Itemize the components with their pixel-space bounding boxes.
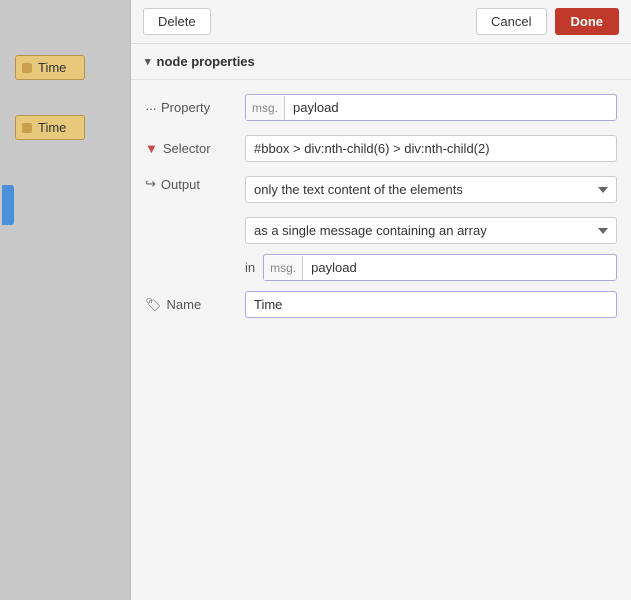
section-header[interactable]: ▾ node properties [131, 44, 631, 80]
property-input[interactable] [285, 95, 616, 120]
output-value-2: as a single message containing an array [245, 217, 617, 244]
name-row: 🏷 Name [145, 291, 617, 318]
property-label: ··· Property [145, 100, 245, 116]
dots-icon: ··· [145, 100, 156, 116]
name-input[interactable] [245, 291, 617, 318]
tag-icon: 🏷 [145, 297, 162, 313]
selector-input[interactable] [245, 135, 617, 162]
node-time-2-label: Time [38, 120, 66, 135]
output-value: only the text content of the elements [245, 176, 617, 203]
blue-connector [2, 185, 14, 225]
in-payload-input[interactable] [303, 255, 616, 280]
in-input-wrapper: msg. [263, 254, 617, 281]
chevron-icon: ▾ [145, 55, 151, 68]
cancel-button[interactable]: Cancel [476, 8, 546, 35]
canvas-panel: Time Time [0, 0, 130, 600]
property-input-wrapper: msg. [245, 94, 617, 121]
name-label-text: Name [167, 297, 202, 312]
in-row: in msg. [245, 254, 617, 281]
done-button[interactable]: Done [555, 8, 620, 35]
output-label-text: Output [161, 177, 200, 192]
in-label: in [245, 260, 255, 275]
section-title: node properties [157, 54, 255, 69]
properties-panel: Delete Cancel Done ▾ node properties ···… [130, 0, 631, 600]
selector-label: ▼ Selector [145, 141, 245, 156]
delete-button[interactable]: Delete [143, 8, 211, 35]
output-select-1[interactable]: only the text content of the elements [245, 176, 617, 203]
name-value [245, 291, 617, 318]
in-msg-prefix: msg. [264, 256, 303, 280]
selector-value [245, 135, 617, 162]
node-time-1-label: Time [38, 60, 66, 75]
toolbar: Delete Cancel Done [131, 0, 631, 44]
output-label: ↪ Output [145, 176, 245, 192]
output-row: ↪ Output only the text content of the el… [145, 176, 617, 203]
output-select-2[interactable]: as a single message containing an array [245, 217, 617, 244]
filter-icon: ▼ [145, 141, 158, 156]
output-arrow-icon: ↪ [145, 176, 156, 192]
property-prefix: msg. [246, 96, 285, 120]
selector-row: ▼ Selector [145, 135, 617, 162]
output-sub-row: as a single message containing an array [245, 217, 617, 244]
property-value: msg. [245, 94, 617, 121]
selector-label-text: Selector [163, 141, 211, 156]
properties-content: ··· Property msg. ▼ Selector ↪ [131, 80, 631, 600]
name-label: 🏷 Name [145, 297, 245, 313]
toolbar-right: Cancel Done [476, 8, 619, 35]
property-label-text: Property [161, 100, 210, 115]
property-row: ··· Property msg. [145, 94, 617, 121]
toolbar-left: Delete [143, 8, 211, 35]
node-time-2[interactable]: Time [15, 115, 85, 140]
node-time-1[interactable]: Time [15, 55, 85, 80]
